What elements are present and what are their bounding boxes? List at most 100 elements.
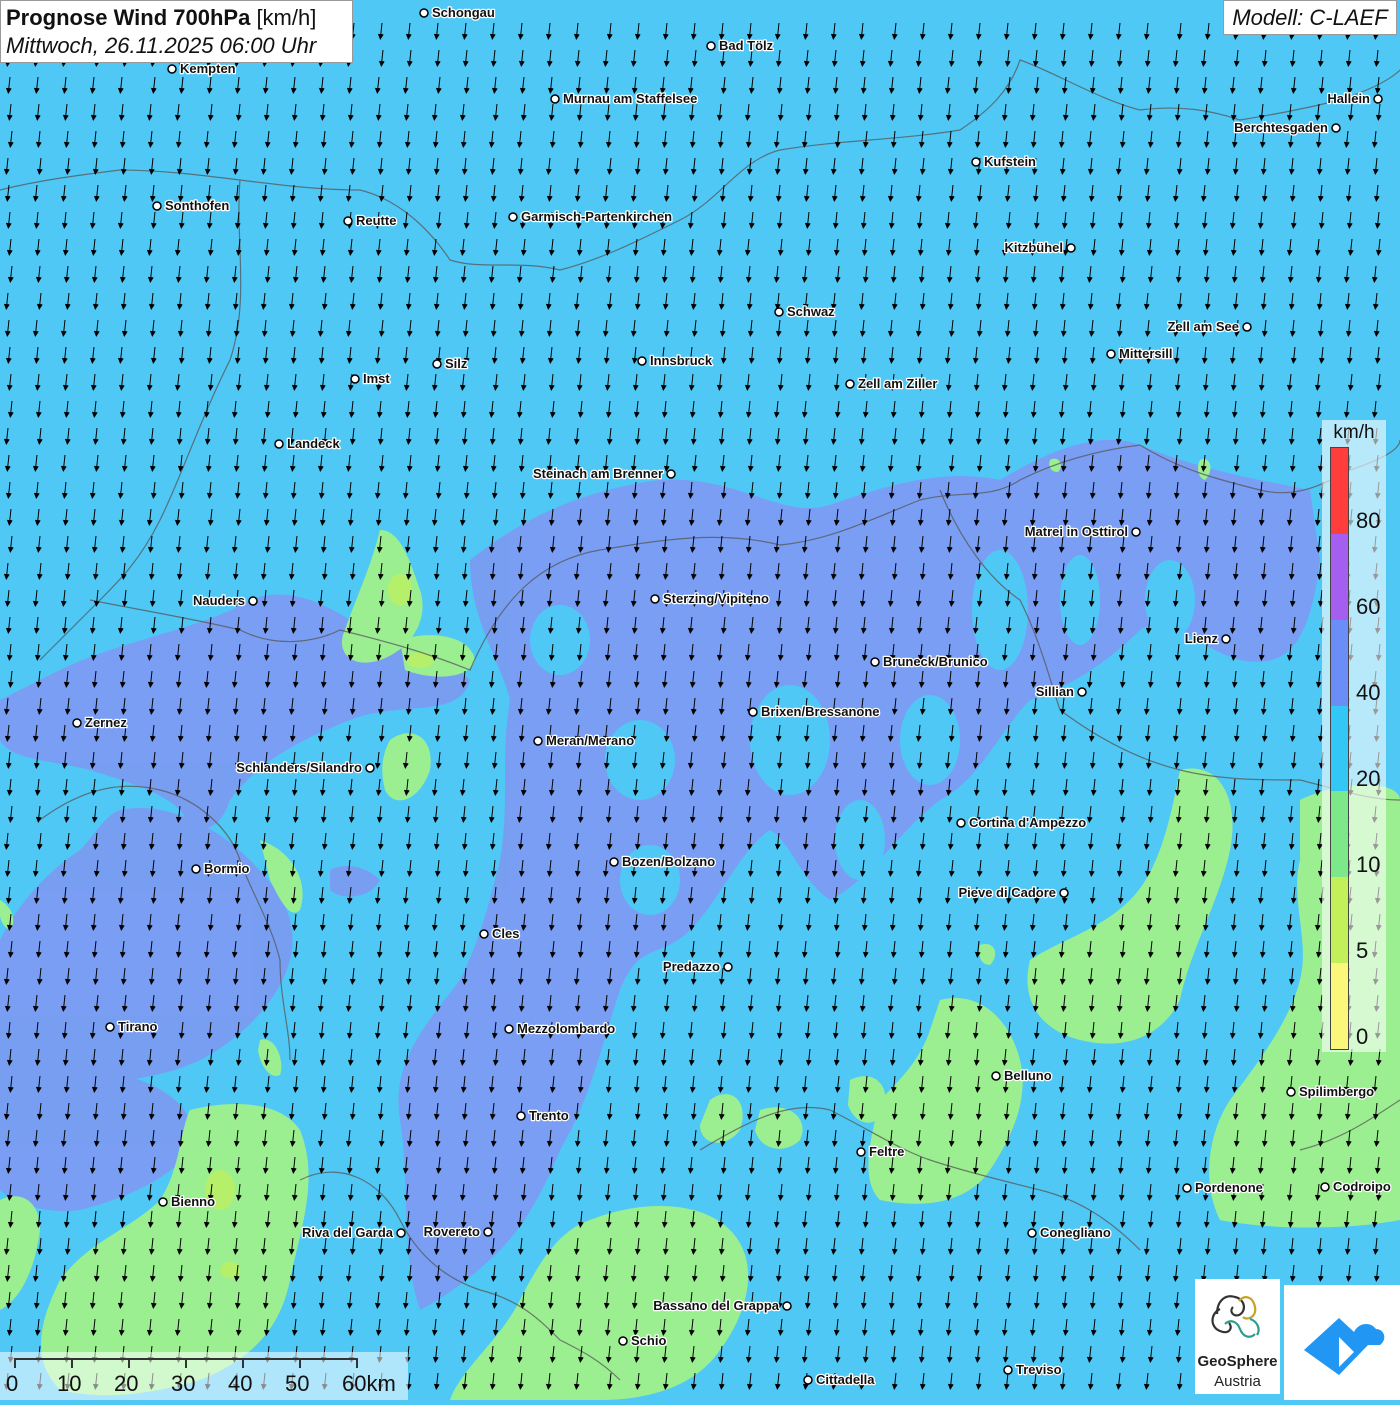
city-dot-icon [1373, 94, 1383, 104]
city-marker[interactable]: Brixen/Bressanone [748, 703, 881, 720]
city-dot-icon [1331, 123, 1341, 133]
city-label: Garmisch-Partenkirchen [521, 209, 672, 224]
scale-tick [128, 1358, 130, 1368]
city-label: Kitzbühel [1005, 240, 1064, 255]
scale-label: 50 [285, 1371, 310, 1396]
city-dot-icon [870, 657, 880, 667]
scale-tick [185, 1358, 187, 1368]
city-dot-icon [650, 594, 660, 604]
map-title-unit: [km/h] [256, 5, 317, 30]
city-marker[interactable]: Sterzing/Vipiteno [650, 590, 770, 607]
logo-subname: Austria [1214, 1373, 1261, 1390]
city-marker[interactable]: Zell am Ziller [845, 375, 939, 392]
city-dot-icon [479, 929, 489, 939]
city-marker[interactable]: Bassano del Grappa [652, 1297, 792, 1314]
legend-unit: km/h [1333, 422, 1375, 443]
city-marker[interactable]: Riva del Garda [301, 1224, 406, 1241]
city-dot-icon [1131, 527, 1141, 537]
city-label: Pordenone [1195, 1180, 1263, 1195]
city-dot-icon [508, 212, 518, 222]
city-dot-icon [991, 1071, 1001, 1081]
city-marker[interactable]: Garmisch-Partenkirchen [508, 208, 673, 225]
city-label: Mezzolombardo [517, 1021, 615, 1036]
city-dot-icon [723, 962, 733, 972]
city-dot-icon [419, 8, 429, 18]
legend-swatch [1331, 533, 1348, 620]
city-marker[interactable]: Meran/Merano [533, 732, 635, 749]
city-marker[interactable]: Sonthofen [152, 197, 231, 214]
legend-tick-label: 80 [1356, 508, 1381, 533]
city-label: Bienno [171, 1194, 215, 1209]
city-dot-icon [845, 379, 855, 389]
city-marker[interactable]: Zell am See [1166, 318, 1252, 335]
city-marker[interactable]: Schlanders/Silandro [235, 759, 375, 776]
city-label: Rovereto [424, 1224, 480, 1239]
forecast-date: Mittwoch, 26.11.2025 06:00 Uhr [6, 33, 317, 58]
city-dot-icon [1066, 243, 1076, 253]
city-label: Cles [492, 926, 519, 941]
city-marker[interactable]: Pieve di Cadore [957, 884, 1069, 901]
city-dot-icon [1077, 687, 1087, 697]
city-label: Riva del Garda [302, 1225, 394, 1240]
city-label: Bormio [204, 861, 250, 876]
city-dot-icon [774, 307, 784, 317]
city-dot-icon [1106, 349, 1116, 359]
city-label: Schwaz [787, 304, 835, 319]
city-marker[interactable]: Mezzolombardo [504, 1020, 617, 1037]
city-dot-icon [396, 1228, 406, 1238]
city-dot-icon [105, 1022, 115, 1032]
wind-map: Schongau Bad Tölz Kempten Hallein Murnau am … [0, 0, 1400, 1400]
city-marker[interactable]: Schongau [419, 4, 496, 21]
city-label: Kempten [180, 61, 236, 76]
city-dot-icon [248, 596, 258, 606]
city-label: Bassano del Grappa [653, 1298, 779, 1313]
city-dot-icon [1221, 634, 1231, 644]
city-label: Matrei in Osttirol [1025, 524, 1128, 539]
city-label: Brixen/Bressanone [761, 704, 880, 719]
city-dot-icon [274, 439, 284, 449]
city-label: Meran/Merano [546, 733, 634, 748]
city-marker[interactable]: Murnau am Staffelsee [550, 90, 699, 107]
geosphere-logo: GeoSphere Austria [1195, 1279, 1280, 1394]
city-marker[interactable]: Spilimbergo [1286, 1083, 1375, 1100]
city-label: Tirano [118, 1019, 158, 1034]
city-marker[interactable]: Innsbruck [637, 352, 714, 369]
city-dot-icon [167, 64, 177, 74]
city-marker[interactable]: Pordenone [1182, 1179, 1264, 1196]
city-dot-icon [504, 1024, 514, 1034]
city-marker[interactable]: Bozen/Bolzano [609, 853, 716, 870]
city-label: Cortina d'Ampezzo [969, 815, 1086, 830]
city-label: Bruneck/Brunico [883, 654, 988, 669]
city-dot-icon [748, 707, 758, 717]
city-label: Reutte [356, 213, 396, 228]
city-label: Zernez [85, 715, 127, 730]
city-label: Kufstein [984, 154, 1036, 169]
city-label: Belluno [1004, 1068, 1052, 1083]
city-label: Murnau am Staffelsee [563, 91, 697, 106]
city-dot-icon [350, 374, 360, 384]
geosphere-logo-icon [1211, 1295, 1260, 1338]
city-marker[interactable]: Matrei in Osttirol [1023, 523, 1141, 540]
scale-label: 60km [342, 1371, 396, 1396]
city-dot-icon [803, 1375, 813, 1385]
city-marker[interactable]: Berchtesgaden [1233, 119, 1341, 136]
city-dot-icon [1059, 888, 1069, 898]
legend-swatch [1331, 619, 1348, 706]
legend-tick-label: 0 [1356, 1024, 1369, 1049]
city-label: Zell am Ziller [858, 376, 937, 391]
city-marker[interactable]: Steinach am Brenner [532, 465, 676, 482]
city-label: Sillian [1036, 684, 1074, 699]
city-label: Bozen/Bolzano [622, 854, 715, 869]
city-marker[interactable]: Conegliano [1027, 1224, 1112, 1241]
city-label: Landeck [287, 436, 341, 451]
city-label: Hallein [1327, 91, 1370, 106]
city-marker[interactable]: Cortina d'Ampezzo [956, 814, 1088, 831]
city-dot-icon [956, 818, 966, 828]
city-marker[interactable]: Bruneck/Brunico [870, 653, 989, 670]
city-dot-icon [1320, 1182, 1330, 1192]
city-dot-icon [191, 864, 201, 874]
city-label: Silz [445, 356, 468, 371]
legend-swatch [1331, 705, 1348, 792]
legend-swatch [1331, 791, 1348, 878]
city-label: Pieve di Cadore [958, 885, 1056, 900]
